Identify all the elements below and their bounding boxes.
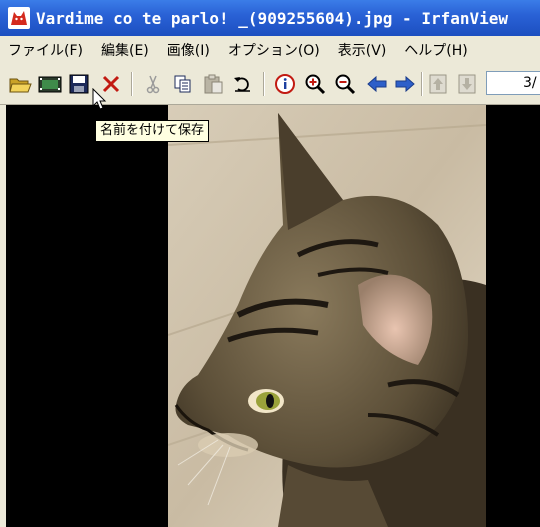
menu-file[interactable]: ファイル(F) xyxy=(0,40,92,60)
photo-cat xyxy=(168,105,486,527)
copy-icon xyxy=(174,75,191,93)
last-file-icon xyxy=(458,74,476,94)
toolbar-separator xyxy=(131,72,133,96)
next-arrow-icon xyxy=(395,75,415,93)
next-button[interactable] xyxy=(392,71,418,97)
toolbar: 3/ xyxy=(0,64,540,105)
paste-button[interactable] xyxy=(200,71,226,97)
zoom-in-icon xyxy=(305,74,326,95)
undo-button[interactable] xyxy=(230,71,256,97)
first-file-button[interactable] xyxy=(425,71,451,97)
save-button[interactable] xyxy=(66,71,92,97)
window-left-border xyxy=(0,105,6,527)
cut-button[interactable] xyxy=(140,71,166,97)
menu-edit[interactable]: 編集(E) xyxy=(92,40,158,60)
previous-arrow-icon xyxy=(367,75,387,93)
open-folder-icon xyxy=(9,78,32,93)
copy-button[interactable] xyxy=(170,71,196,97)
open-button[interactable] xyxy=(7,71,33,97)
zoom-out-icon xyxy=(335,74,356,95)
save-icon xyxy=(69,74,89,94)
info-icon xyxy=(275,74,295,94)
toolbar-separator xyxy=(421,72,423,96)
save-as-tooltip: 名前を付けて保存 xyxy=(95,120,210,142)
zoom-out-button[interactable] xyxy=(332,71,358,97)
menu-help[interactable]: ヘルプ(H) xyxy=(395,40,476,60)
mouse-pointer-icon xyxy=(92,87,108,116)
zoom-in-button[interactable] xyxy=(302,71,328,97)
slideshow-button[interactable] xyxy=(37,71,63,97)
menu-view[interactable]: 表示(V) xyxy=(329,40,396,60)
window-title: Vardime co te parlo! _(909255604).jpg - … xyxy=(36,8,509,28)
cut-icon xyxy=(146,75,160,94)
toolbar-separator xyxy=(263,72,265,96)
menu-options[interactable]: オプション(O) xyxy=(219,40,329,60)
paste-icon xyxy=(204,74,223,94)
menu-bar: ファイル(F) 編集(E) 画像(I) オプション(O) 表示(V) ヘルプ(H… xyxy=(0,36,540,65)
irfanview-logo-icon xyxy=(8,7,30,29)
slideshow-icon xyxy=(38,76,62,93)
title-bar[interactable]: Vardime co te parlo! _(909255604).jpg - … xyxy=(0,0,540,36)
info-button[interactable] xyxy=(272,71,298,97)
previous-button[interactable] xyxy=(364,71,390,97)
first-file-icon xyxy=(429,74,447,94)
page-counter-field[interactable]: 3/ xyxy=(486,71,540,95)
undo-icon xyxy=(234,77,250,92)
last-file-button[interactable] xyxy=(454,71,480,97)
menu-image[interactable]: 画像(I) xyxy=(158,40,219,60)
